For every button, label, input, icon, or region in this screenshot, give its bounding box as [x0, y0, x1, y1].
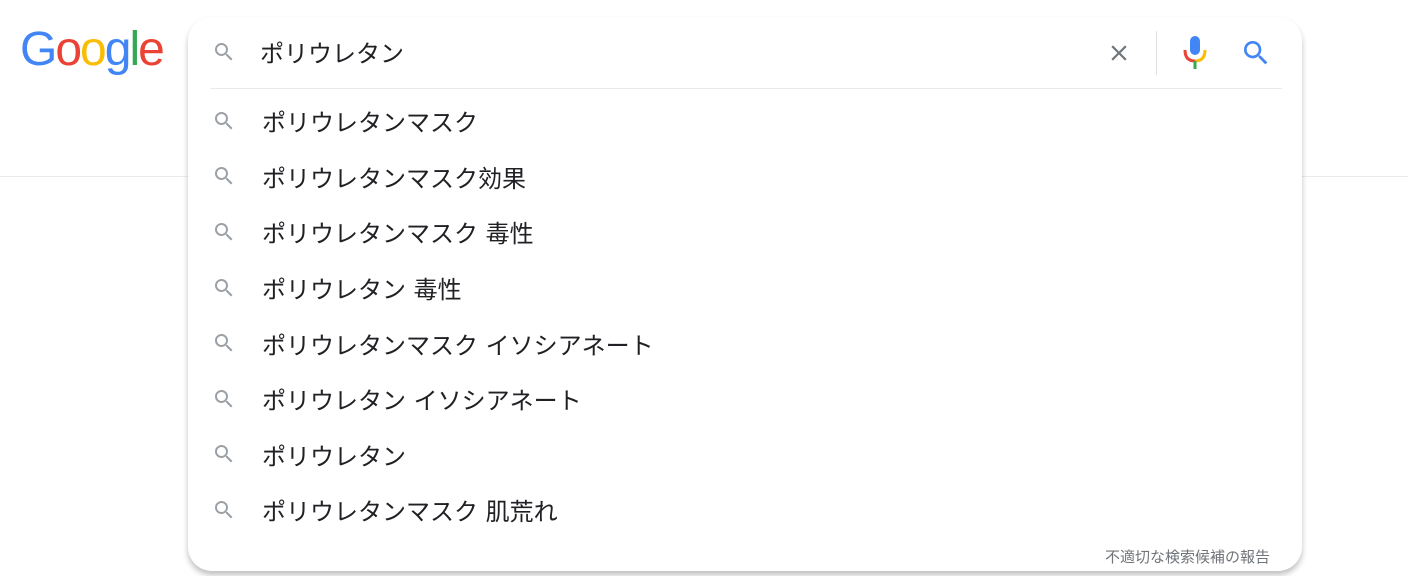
suggestion-text: ポリウレタンマスク イソシアネート — [262, 331, 654, 360]
suggestion-item[interactable]: ポリウレタンマスク イソシアネート — [188, 315, 1302, 371]
suggestion-text: ポリウレタン 毒性 — [262, 276, 462, 305]
search-icon — [212, 276, 236, 300]
search-input[interactable] — [260, 33, 1080, 69]
logo-letter: g — [104, 23, 132, 76]
suggestion-text: ポリウレタンマスク 毒性 — [262, 220, 534, 249]
voice-search-button[interactable] — [1178, 34, 1212, 72]
logo-letter: e — [138, 23, 165, 76]
google-logo[interactable]: Google — [20, 22, 165, 78]
search-icon — [212, 164, 236, 188]
suggestion-item[interactable]: ポリウレタンマスク効果 — [188, 149, 1302, 205]
suggestion-text: ポリウレタンマスク 肌荒れ — [262, 498, 558, 527]
logo-letter: G — [20, 23, 57, 76]
search-icon — [212, 331, 236, 355]
close-icon — [1111, 45, 1127, 61]
suggestion-text: ポリウレタンマスク効果 — [262, 164, 526, 193]
suggestion-text: ポリウレタン — [262, 442, 406, 471]
clear-button[interactable] — [1101, 37, 1137, 69]
search-icon — [1244, 41, 1268, 65]
search-bar — [188, 17, 1302, 87]
suggestion-item[interactable]: ポリウレタンマスク 毒性 — [188, 204, 1302, 260]
suggestion-text: ポリウレタンマスク — [262, 109, 478, 138]
suggestion-list: ポリウレタンマスク ポリウレタンマスク効果 ポリウレタンマスク 毒性 ポリウレタ… — [188, 93, 1302, 538]
search-icon — [212, 109, 236, 133]
suggestion-item[interactable]: ポリウレタンマスク — [188, 93, 1302, 149]
search-submit-button[interactable] — [1236, 35, 1276, 71]
search-icon — [212, 220, 236, 244]
search-icon — [212, 442, 236, 466]
input-divider — [210, 88, 1282, 89]
suggestion-text: ポリウレタン イソシアネート — [262, 387, 582, 416]
logo-letter: o — [55, 23, 82, 76]
microphone-icon — [1183, 36, 1207, 69]
suggestion-item[interactable]: ポリウレタンマスク 肌荒れ — [188, 482, 1302, 538]
search-box-with-suggestions: ポリウレタンマスク ポリウレタンマスク効果 ポリウレタンマスク 毒性 ポリウレタ… — [188, 17, 1302, 571]
page: Google ポリウレタン ポリウレタンマスク ポリウレタンマスク効果 ポリウレ… — [0, 0, 1408, 576]
logo-letter: l — [129, 23, 140, 76]
search-icon — [212, 498, 236, 522]
suggestion-item[interactable]: ポリウレタン 毒性 — [188, 260, 1302, 316]
button-separator — [1156, 31, 1157, 75]
search-icon — [212, 40, 236, 64]
logo-letter: o — [80, 23, 107, 76]
search-icon — [212, 387, 236, 411]
report-inappropriate-predictions-link[interactable]: 不適切な検索候補の報告 — [1105, 546, 1270, 567]
suggestion-item[interactable]: ポリウレタン イソシアネート — [188, 371, 1302, 427]
suggestion-item[interactable]: ポリウレタン — [188, 427, 1302, 483]
